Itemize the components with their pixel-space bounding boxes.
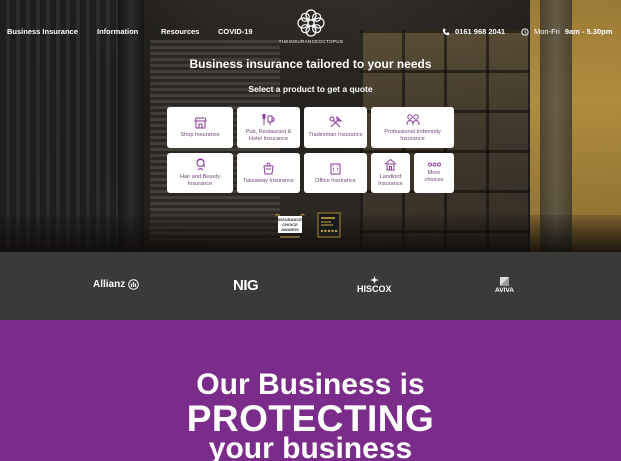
pub-icon <box>262 113 275 125</box>
product-label: Pub, Restaurant & Hotel Insurance <box>245 128 292 142</box>
hours-time: 9am - 5.30pm <box>564 27 613 36</box>
product-tile-professional-indemnity[interactable]: Professional Indemnity Insurance <box>371 107 454 148</box>
product-label: Tradesman Insurance <box>308 132 363 139</box>
nav-resources[interactable]: Resources <box>161 27 199 36</box>
opening-hours: Mon-Fri 9am - 5.30pm <box>521 27 612 36</box>
site-logo[interactable]: THEINSURANCEOCTOPUS <box>270 8 352 44</box>
aviva-mark-icon <box>499 277 509 286</box>
logo-wordmark: THEINSURANCEOCTOPUS <box>278 39 344 44</box>
product-label: Takeaway Insurance <box>243 177 294 184</box>
product-label: Professional Indemnity Insurance <box>384 128 441 142</box>
promo-line-3: your business <box>208 432 413 461</box>
hero-headline: Business insurance tailored to your need… <box>189 57 432 71</box>
rating-badge-icon <box>317 212 341 238</box>
hiscox-mark-icon <box>369 276 379 284</box>
allianz-mark-icon <box>128 279 140 290</box>
product-label: Office Insurance <box>315 177 356 184</box>
product-label: Landlord Insurance <box>378 174 403 187</box>
product-tile-landlord[interactable]: Landlord Insurance <box>371 153 410 193</box>
product-label: Shop Insurance <box>180 131 220 138</box>
phone-number: 0161 968 2041 <box>455 27 506 36</box>
people-icon <box>406 114 419 125</box>
tools-icon <box>329 116 342 128</box>
partner-allianz: Allianz <box>93 279 140 290</box>
hair-icon <box>196 158 204 171</box>
insurance-choice-awards-badge: INSURANCE CHOICE AWARDS <box>274 212 306 247</box>
product-tile-shop[interactable]: Shop Insurance <box>167 107 233 148</box>
clock-icon <box>521 27 529 36</box>
product-tile-takeaway[interactable]: Takeaway Insurance <box>237 153 300 193</box>
award-line-3: AWARDS <box>281 227 299 232</box>
product-tile-more-choices[interactable]: More choices <box>414 153 454 193</box>
product-label: Hair and Beauty Insurance <box>179 174 221 187</box>
nav-covid-19[interactable]: COVID-19 <box>218 27 253 36</box>
office-icon <box>330 163 341 175</box>
partner-name: HISCOX <box>357 284 392 294</box>
octopus-logo-icon <box>297 9 325 37</box>
takeaway-icon <box>263 162 274 175</box>
partner-name: NIG <box>233 277 259 294</box>
product-tile-tradesman[interactable]: Tradesman Insurance <box>304 107 367 148</box>
partner-name: AVIVA <box>495 287 514 294</box>
phone-icon <box>442 28 450 35</box>
award-badge-icon: INSURANCE CHOICE AWARDS <box>275 213 305 238</box>
hours-days: Mon-Fri <box>534 27 560 36</box>
partner-logo-bar: Allianz NIG HISCOX AVIVA <box>0 252 621 320</box>
partner-aviva: AVIVA <box>495 277 514 294</box>
hero-background-floor <box>0 215 621 252</box>
partner-nig: NIG <box>233 277 259 294</box>
promo-section: Our Business is PROTECTING your business <box>0 320 621 461</box>
review-rating-badge <box>317 212 341 245</box>
landlord-icon <box>384 159 397 171</box>
promo-line-1: Our Business is <box>196 368 425 401</box>
phone-contact[interactable]: 0161 968 2041 <box>442 27 505 36</box>
partner-name: Allianz <box>93 279 126 290</box>
product-tile-office[interactable]: Office Insurance <box>304 153 367 193</box>
partner-hiscox: HISCOX <box>357 276 392 294</box>
product-label: More choices <box>424 170 444 183</box>
hero-subhead: Select a product to get a quote <box>248 84 373 94</box>
shop-icon <box>193 117 207 129</box>
dots-icon <box>427 162 441 167</box>
product-tile-hair-beauty[interactable]: Hair and Beauty Insurance <box>167 153 233 193</box>
nav-business-insurance[interactable]: Business Insurance <box>7 27 78 36</box>
nav-information[interactable]: Information <box>97 27 138 36</box>
product-tile-pub-restaurant-hotel[interactable]: Pub, Restaurant & Hotel Insurance <box>237 107 300 148</box>
